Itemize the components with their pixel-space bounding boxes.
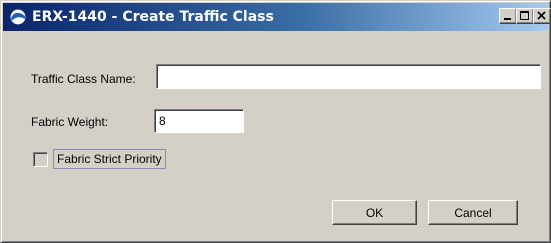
minimize-icon	[504, 18, 511, 20]
fabric-strict-priority-label[interactable]: Fabric Strict Priority	[53, 149, 166, 169]
maximize-button[interactable]	[516, 8, 534, 24]
maximize-icon	[520, 11, 529, 20]
minimize-button[interactable]	[499, 8, 517, 24]
ok-button[interactable]: OK	[332, 200, 417, 225]
window-title: ERX-1440 - Create Traffic Class	[32, 9, 274, 25]
create-traffic-class-dialog: ERX-1440 - Create Traffic Class Traffic …	[0, 0, 551, 243]
fabric-strict-priority-checkbox[interactable]	[33, 152, 48, 167]
close-button[interactable]	[533, 8, 551, 24]
globe-icon	[9, 8, 27, 26]
close-icon	[537, 11, 546, 20]
fabric-weight-input[interactable]: 8	[154, 109, 244, 133]
traffic-class-name-input[interactable]	[156, 64, 541, 89]
cancel-button[interactable]: Cancel	[428, 200, 518, 225]
title-bar[interactable]: ERX-1440 - Create Traffic Class	[3, 3, 551, 31]
traffic-class-name-label: Traffic Class Name:	[31, 72, 136, 86]
fabric-weight-label: Fabric Weight:	[31, 115, 109, 129]
